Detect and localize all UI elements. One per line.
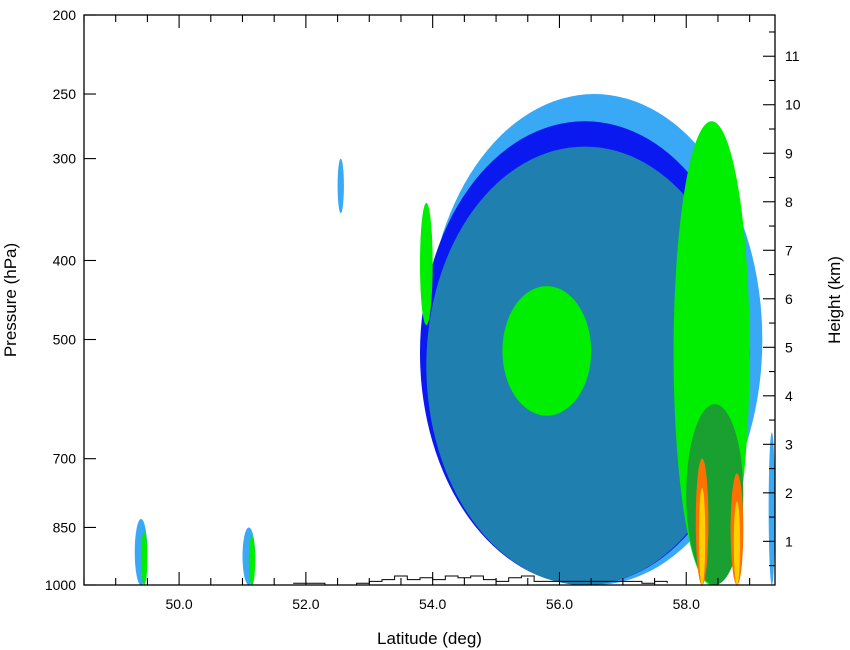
contour-layer bbox=[134, 94, 775, 586]
y2-axis: 1 2 3 4 5 6 7 8 9 10 11 bbox=[763, 31, 801, 567]
x-tick-label: 50.0 bbox=[165, 596, 192, 612]
y2-tick-label: 5 bbox=[785, 339, 793, 355]
x-tick-label: 58.0 bbox=[673, 596, 700, 612]
y-tick-label: 200 bbox=[53, 7, 77, 23]
x-tick-label: 54.0 bbox=[419, 596, 446, 612]
y-axis: 200 250 300 400 500 700 850 1000 bbox=[45, 7, 96, 593]
y-tick-label: 400 bbox=[53, 252, 77, 268]
y-tick-label: 500 bbox=[53, 332, 77, 348]
contour-level-4-region-3 bbox=[141, 531, 148, 586]
contour-level-4-region-4 bbox=[248, 535, 256, 585]
y2-tick-label: 11 bbox=[785, 48, 800, 64]
x-tick-label: 52.0 bbox=[292, 596, 319, 612]
y2-tick-label: 6 bbox=[785, 291, 793, 307]
y-tick-label: 300 bbox=[53, 151, 77, 167]
contour-level-4-region-1 bbox=[502, 286, 592, 416]
contour-level-1-region-4 bbox=[768, 432, 775, 585]
contour-level-4-region-0 bbox=[419, 202, 433, 326]
y2-tick-label: 3 bbox=[785, 436, 793, 452]
y-tick-label: 1000 bbox=[45, 577, 76, 593]
y2-tick-label: 7 bbox=[785, 242, 793, 258]
y2-tick-label: 1 bbox=[785, 533, 793, 549]
y-axis-title: Pressure (hPa) bbox=[1, 243, 20, 357]
y2-tick-label: 9 bbox=[785, 145, 793, 161]
y2-axis-title: Height (km) bbox=[825, 256, 844, 344]
contour-level-7-region-0 bbox=[698, 487, 706, 585]
y2-tick-label: 2 bbox=[785, 485, 793, 501]
y-tick-label: 850 bbox=[53, 519, 77, 535]
y-tick-label: 700 bbox=[53, 451, 77, 467]
x-axis-title: Latitude (deg) bbox=[377, 629, 482, 648]
y2-tick-label: 8 bbox=[785, 194, 793, 210]
contour-level-1-region-3 bbox=[337, 158, 344, 214]
y-tick-label: 250 bbox=[53, 86, 77, 102]
contour-level-7-region-1 bbox=[733, 501, 741, 585]
chart: 50.0 52.0 54.0 56.0 58.0 200 250 300 400 500 700 8… bbox=[1, 7, 844, 648]
x-tick-label: 56.0 bbox=[546, 596, 573, 612]
y2-tick-label: 10 bbox=[785, 97, 801, 113]
y2-tick-label: 4 bbox=[785, 388, 793, 404]
